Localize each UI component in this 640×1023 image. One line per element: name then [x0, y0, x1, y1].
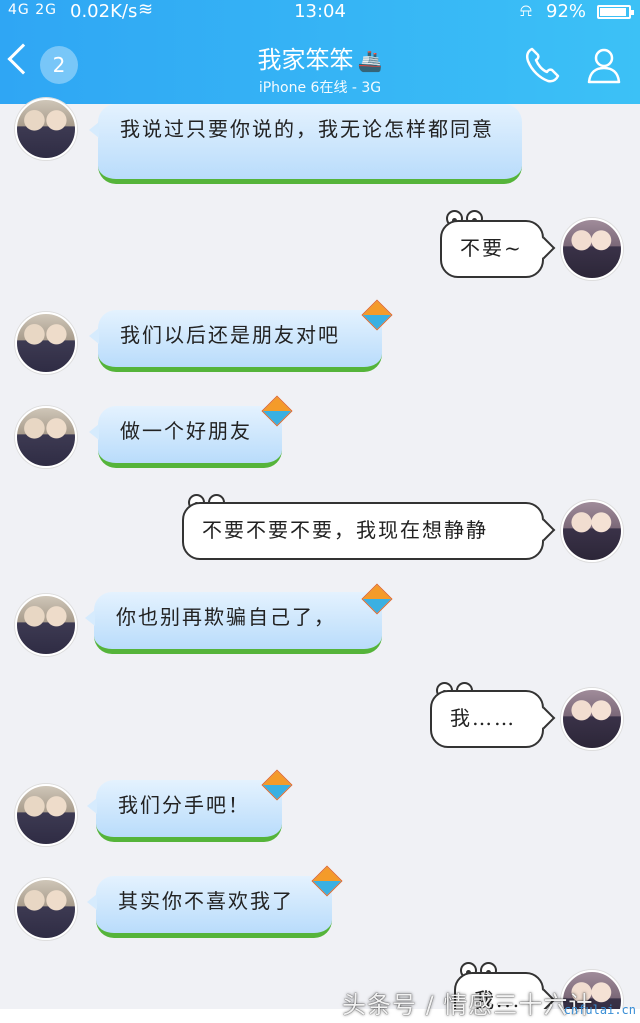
avatar[interactable]: [15, 784, 77, 846]
message-text: 我们分手吧！: [118, 793, 250, 817]
avatar[interactable]: [15, 312, 77, 374]
contact-name: 我家笨笨: [257, 46, 354, 74]
chat-area[interactable]: 我说过只要你说的，我无论怎样都同意 不要~ 我们以后还是朋友对吧 做一个好朋友 …: [0, 98, 640, 1023]
avatar[interactable]: [561, 218, 623, 280]
message-bubble-incoming[interactable]: 我说过只要你说的，我无论怎样都同意: [89, 104, 522, 184]
message-text: 你也别再欺骗自己了，: [116, 605, 336, 629]
status-bar: 4G 2G 0.02K/s ≋ 13:04 ⍾ 92%: [0, 0, 640, 26]
message-text: 其实你不喜欢我了: [118, 889, 294, 913]
message-bubble-incoming[interactable]: 我们以后还是朋友对吧: [89, 310, 382, 372]
message-bubble-incoming[interactable]: 其实你不喜欢我了: [87, 876, 332, 938]
avatar[interactable]: [15, 594, 77, 656]
message-bubble-incoming[interactable]: 你也别再欺骗自己了，: [85, 592, 382, 654]
avatar[interactable]: [561, 500, 623, 562]
corner-watermark-url: cnfulai.cn: [563, 1003, 636, 1017]
battery-percent: 92%: [546, 1, 587, 22]
profile-icon[interactable]: [584, 45, 624, 85]
top-bar: 4G 2G 0.02K/s ≋ 13:04 ⍾ 92% 2 我家笨笨 🚢 iPho…: [0, 0, 640, 104]
message-text: 我说过只要你说的，我无论怎样都同意: [120, 117, 494, 141]
battery-fill: [600, 8, 626, 16]
message-bubble-incoming[interactable]: 做一个好朋友: [89, 406, 282, 468]
message-bubble-incoming[interactable]: 我们分手吧！: [87, 780, 282, 842]
avatar[interactable]: [15, 878, 77, 940]
message-text: 做一个好朋友: [120, 419, 252, 443]
mute-bell-icon: ⍾: [520, 0, 532, 21]
phone-call-icon[interactable]: [522, 45, 562, 85]
message-text: 我们以后还是朋友对吧: [120, 323, 340, 347]
battery-icon: [597, 5, 634, 19]
message-text: 不要~: [460, 236, 523, 260]
watermark: 头条号 / 情感三十六计: [342, 991, 594, 1019]
status-time: 13:04: [294, 1, 346, 22]
ship-icon: 🚢: [357, 49, 383, 73]
avatar[interactable]: [15, 406, 77, 468]
message-text: 不要不要不要，我现在想静静: [202, 518, 488, 542]
message-text: 我……: [450, 706, 516, 730]
message-bubble-outgoing[interactable]: 不要不要不要，我现在想静静: [182, 502, 544, 560]
avatar[interactable]: [561, 688, 623, 750]
avatar[interactable]: [15, 98, 77, 160]
message-bubble-outgoing[interactable]: 我……: [430, 690, 544, 748]
message-bubble-outgoing[interactable]: 不要~: [440, 220, 544, 278]
